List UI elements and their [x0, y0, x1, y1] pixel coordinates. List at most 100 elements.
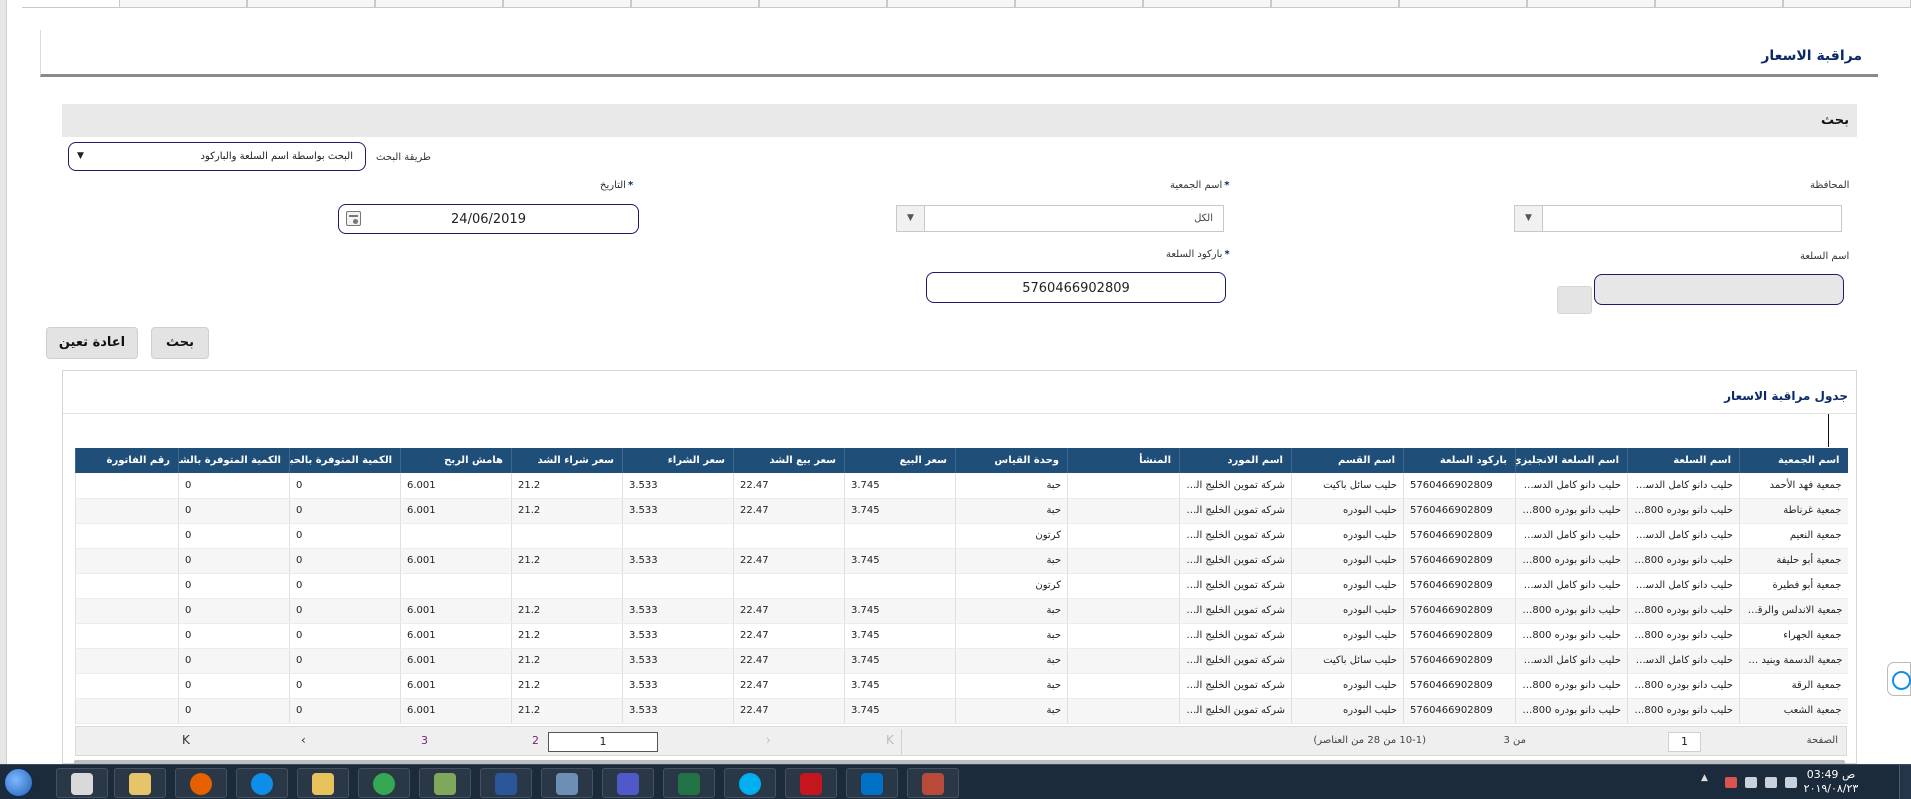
prev-page-icon[interactable]: ‹ — [301, 733, 306, 747]
pager-page-input[interactable]: 1 — [1668, 732, 1701, 752]
table-cell: 6.001 — [400, 498, 512, 524]
grid-column-header[interactable]: اسم المورد — [1179, 448, 1292, 473]
table-row[interactable]: جمعية الشعب حليب دانو بودره 1800... حليب د… — [75, 698, 1848, 724]
pager-page-3[interactable]: 3 — [421, 734, 428, 747]
grid-column-header[interactable]: هامش الربح — [400, 448, 512, 473]
table-row[interactable]: جمعية أبو حليفة حليب دانو بودره 1800... حل… — [75, 548, 1848, 574]
governorate-combo[interactable]: ▼ — [1514, 205, 1842, 232]
taskbar-app-media[interactable] — [541, 768, 593, 798]
tab-7[interactable] — [1015, 0, 1143, 8]
grid-column-header[interactable]: اسم القسم — [1291, 448, 1404, 473]
barcode-input[interactable]: 5760466902809 — [926, 272, 1226, 303]
product-name-input[interactable] — [1594, 274, 1844, 305]
tab-14[interactable] — [119, 0, 247, 8]
tab-13[interactable] — [247, 0, 375, 8]
table-row[interactable]: جمعية أبو فطيرةحليب دانو كامل الدسم 0...… — [75, 573, 1848, 599]
price-grid: اسم الجمعية اسم السلعة اسم السلعة الانجليز… — [75, 448, 1848, 724]
volume-icon[interactable] — [1765, 777, 1777, 788]
barcode-value: 5760466902809 — [1022, 281, 1130, 296]
taskbar-app-teams[interactable] — [602, 768, 654, 798]
table-cell: حليب دانو بودره 1800... — [1627, 548, 1740, 574]
taskbar-app-skype[interactable] — [724, 768, 776, 798]
table-cell: 3.745 — [844, 648, 956, 674]
start-button[interactable] — [4, 768, 33, 797]
tab-4[interactable] — [1399, 0, 1527, 8]
taskbar-app-word[interactable] — [480, 768, 532, 798]
taskbar-app-chart[interactable] — [419, 768, 471, 798]
chevron-down-icon[interactable]: ▼ — [1515, 206, 1543, 231]
taskbar-app-explorer[interactable] — [297, 768, 349, 798]
tab-10[interactable] — [631, 0, 759, 8]
table-cell: 22.47 — [733, 498, 845, 524]
grid-column-header[interactable]: سعر شراء الشد — [511, 448, 623, 473]
windows-taskbar: ▲ 03:49 ص ٢٠١٩/٠٨/٢٣ — [0, 764, 1911, 799]
table-row[interactable]: جمعية الرقة حليب دانو بودره 1800... حليب د… — [75, 673, 1848, 699]
table-cell: 3.533 — [622, 548, 734, 574]
grid-column-header[interactable]: وحدة القياس — [955, 448, 1068, 473]
tab-9[interactable] — [759, 0, 887, 8]
flag-icon[interactable] — [1725, 777, 1737, 788]
governorate-label: المحافظة — [1810, 180, 1850, 191]
grid-column-header[interactable]: اسم الجمعية — [1739, 448, 1848, 473]
taskbar-app-tool[interactable] — [56, 768, 108, 798]
taskbar-app-acrobat[interactable] — [785, 768, 837, 798]
taskbar-app-outlook[interactable] — [846, 768, 898, 798]
reset-button[interactable]: اعادة تعين — [46, 327, 138, 359]
tab-1[interactable] — [1783, 0, 1911, 8]
next-page-icon[interactable]: › — [766, 733, 771, 747]
taskbar-app-notepad[interactable] — [114, 768, 166, 798]
table-cell: شركه تموين الخليج الم... — [1179, 698, 1292, 724]
network-icon[interactable] — [1745, 777, 1757, 788]
tab-5[interactable] — [1271, 0, 1399, 8]
grid-column-header[interactable]: اسم السلعة الانجليزي — [1515, 448, 1628, 473]
grid-column-header[interactable]: باركود السلعة — [1403, 448, 1516, 473]
tab-8[interactable] — [887, 0, 1015, 8]
table-row[interactable]: جمعية فهد الأحمدحليب دانو كامل الدسم 8..… — [75, 473, 1848, 499]
taskbar-clock[interactable]: 03:49 ص ٢٠١٩/٠٨/٢٣ — [1795, 768, 1867, 796]
product-lookup-button[interactable] — [1557, 286, 1592, 314]
pager-page-2[interactable]: 2 — [532, 734, 539, 747]
pager-current-page[interactable]: 1 — [548, 732, 658, 752]
tab-3[interactable] — [1527, 0, 1655, 8]
search-method-select[interactable]: البحث بواسطة اسم السلعة والباركود ▼ — [68, 142, 366, 171]
tab-11[interactable] — [503, 0, 631, 8]
table-row[interactable]: جمعية النعيمحليب دانو كامل الدسم 0...حلي… — [75, 523, 1848, 549]
teamviewer-side-icon[interactable] — [1887, 662, 1911, 696]
table-cell: جمعية الاندلس والرقعي — [1739, 598, 1848, 624]
table-cell: 21.2 — [511, 648, 623, 674]
first-page-icon[interactable]: K — [182, 733, 190, 747]
table-row[interactable]: جمعية الاندلس والرقعي حليب دانو بودره 180… — [75, 598, 1848, 624]
grid-column-header[interactable]: الكمية المتوفرة بالحبة — [289, 448, 401, 473]
grid-column-header[interactable]: سعر بيع الشد — [733, 448, 845, 473]
table-row[interactable]: جمعية الدسمة وبنيد القار حليب دانو كامل ا… — [75, 648, 1848, 674]
tab-6[interactable] — [1143, 0, 1271, 8]
last-page-icon[interactable]: K — [886, 733, 894, 747]
grid-column-header[interactable]: المنشأ — [1067, 448, 1180, 473]
table-row[interactable]: جمعية الجهراء حليب دانو بودره 1800... حليب… — [75, 623, 1848, 649]
date-input[interactable]: 24/06/2019 — [338, 204, 639, 234]
table-row[interactable]: جمعية غرناطة حليب دانو بودره 1800... حليب … — [75, 498, 1848, 524]
chevron-down-icon[interactable]: ▼ — [897, 206, 925, 231]
tab-12[interactable] — [375, 0, 503, 8]
grid-column-header[interactable]: اسم السلعة — [1627, 448, 1740, 473]
taskbar-app-firefox[interactable] — [175, 768, 227, 798]
table-cell — [75, 623, 179, 649]
taskbar-app-teamviewer[interactable] — [236, 768, 288, 798]
tray-expand-icon[interactable]: ▲ — [1701, 773, 1708, 783]
table-cell: جمعية الجهراء — [1739, 623, 1848, 649]
tab-2[interactable] — [1655, 0, 1783, 8]
taskbar-app-chrome[interactable] — [358, 768, 410, 798]
grid-column-header[interactable]: الكمية المتوفرة بالشد — [178, 448, 290, 473]
table-cell: 0 — [289, 648, 401, 674]
table-cell: شركه تموين الخليج الم... — [1179, 498, 1292, 524]
taskbar-app-excel[interactable] — [663, 768, 715, 798]
grid-column-header[interactable]: رقم الفاتورة — [75, 448, 179, 473]
grid-column-header[interactable]: سعر البيع — [844, 448, 956, 473]
grid-column-header[interactable]: سعر الشراء — [622, 448, 734, 473]
taskbar-app-other[interactable] — [907, 768, 959, 798]
search-button[interactable]: بحث — [151, 327, 209, 359]
table-cell: شركة تموين الخليج الم... — [1179, 648, 1292, 674]
search-section-bar[interactable]: بحث — [62, 104, 1857, 137]
show-desktop-button[interactable] — [1899, 765, 1911, 799]
society-combo[interactable]: ▼ الكل — [896, 205, 1224, 232]
